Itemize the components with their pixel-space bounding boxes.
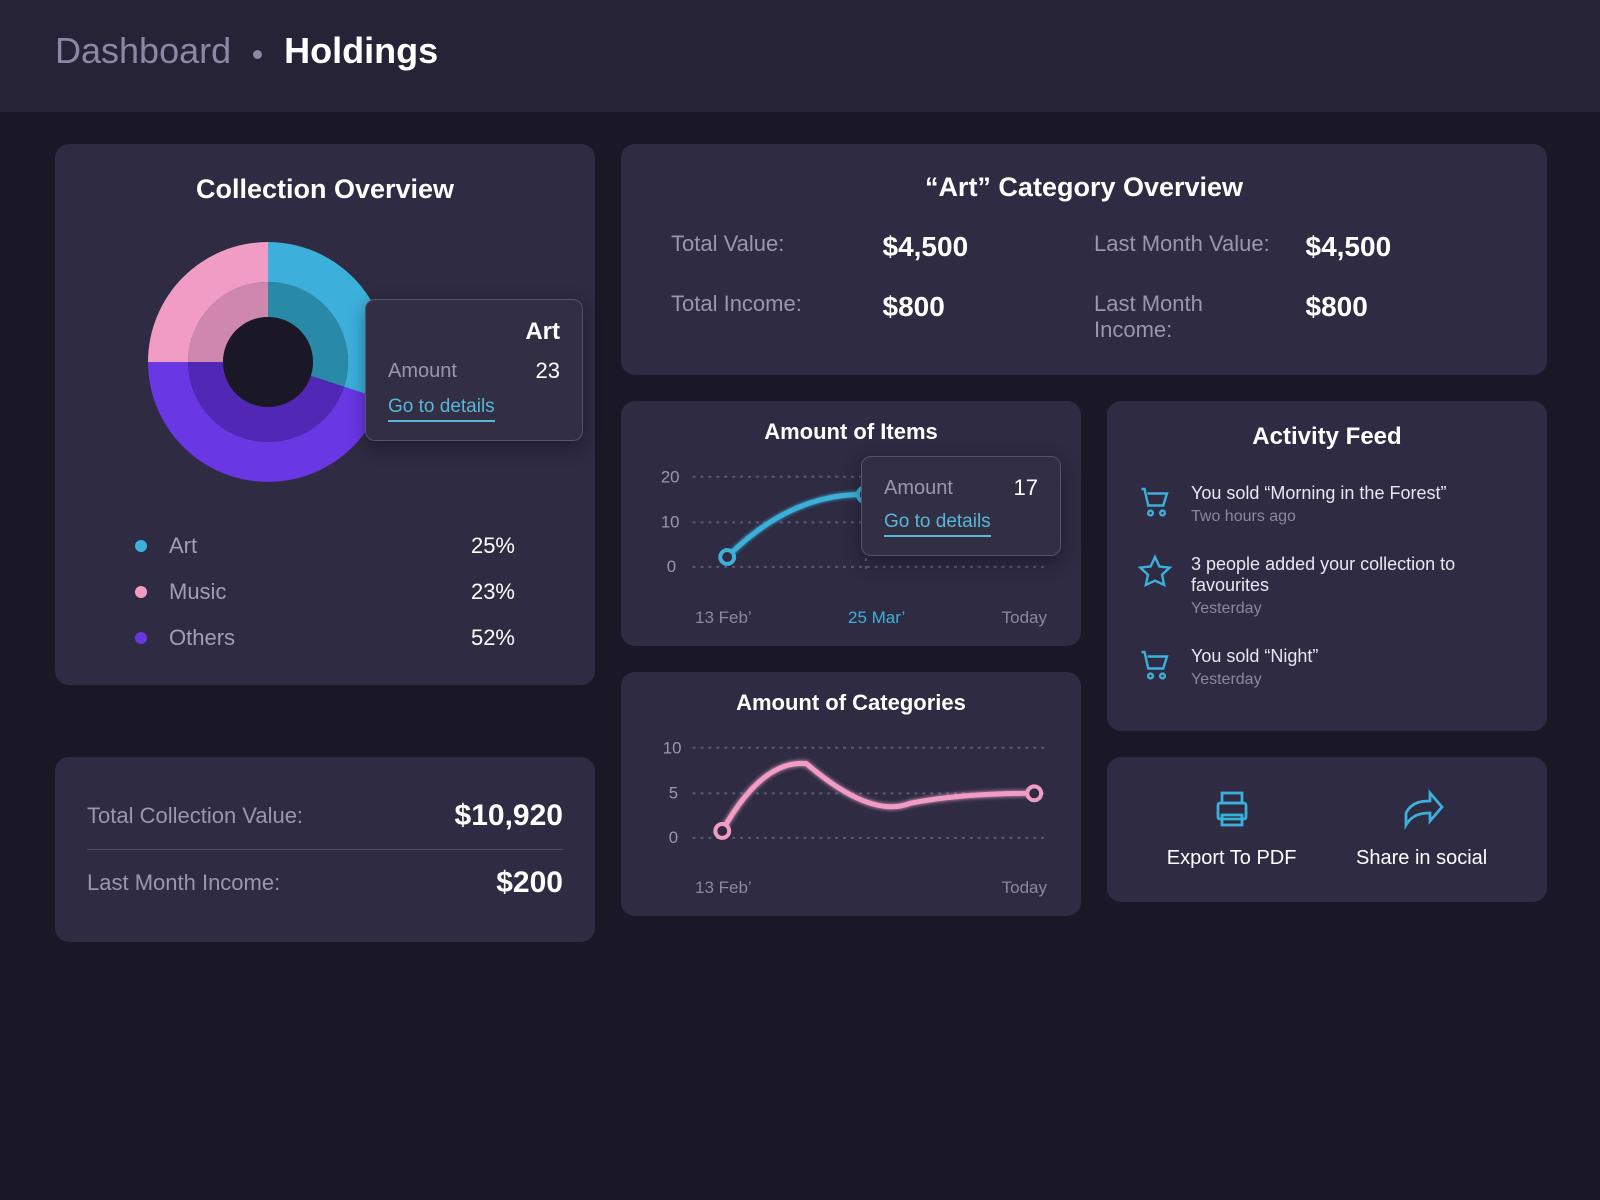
cat-total-value-label: Total Value: bbox=[671, 231, 863, 263]
cat-total-income-label: Total Income: bbox=[671, 291, 863, 343]
svg-text:10: 10 bbox=[661, 512, 680, 531]
x-label: Today bbox=[1002, 878, 1047, 898]
tooltip-title: Art bbox=[388, 318, 560, 346]
printer-icon bbox=[1208, 785, 1256, 833]
collection-title: Collection Overview bbox=[95, 174, 555, 205]
activity-time: Yesterday bbox=[1191, 600, 1517, 618]
category-overview-card: “Art” Category Overview Total Value: $4,… bbox=[621, 144, 1547, 375]
collection-overview-card: Collection Overview Art Amount bbox=[55, 144, 595, 685]
export-pdf-button[interactable]: Export To PDF bbox=[1167, 785, 1297, 870]
categories-chart-title: Amount of Categories bbox=[643, 690, 1059, 716]
activity-time: Yesterday bbox=[1191, 671, 1318, 689]
cat-total-income: $800 bbox=[883, 291, 1075, 343]
legend-item-music[interactable]: Music 23% bbox=[135, 579, 515, 605]
activity-text: You sold “Morning in the Forest” bbox=[1191, 483, 1446, 504]
x-label: Today bbox=[1002, 608, 1047, 628]
totals-card: Total Collection Value: $10,920 Last Mon… bbox=[55, 757, 595, 942]
activity-text: 3 people added your collection to favour… bbox=[1191, 554, 1517, 596]
svg-text:5: 5 bbox=[669, 783, 678, 802]
activity-feed-card: Activity Feed You sold “Morning in the F… bbox=[1107, 401, 1547, 731]
cart-icon bbox=[1137, 483, 1173, 519]
svg-text:20: 20 bbox=[661, 468, 680, 487]
activity-text: You sold “Night” bbox=[1191, 646, 1318, 667]
legend-item-art[interactable]: Art 25% bbox=[135, 533, 515, 559]
last-month-income-label: Last Month Income: bbox=[87, 870, 280, 896]
breadcrumb-current: Holdings bbox=[284, 30, 438, 72]
svg-text:10: 10 bbox=[663, 738, 682, 757]
cat-lastmonth-value: $4,500 bbox=[1306, 231, 1498, 263]
cat-lastmonth-income: $800 bbox=[1306, 291, 1498, 343]
categories-chart-card: Amount of Categories 10 5 0 13 Feb’ Toda… bbox=[621, 672, 1081, 917]
x-label: 13 Feb’ bbox=[695, 878, 752, 898]
legend-item-others[interactable]: Others 52% bbox=[135, 625, 515, 651]
activity-time: Two hours ago bbox=[1191, 508, 1446, 526]
tooltip-details-link[interactable]: Go to details bbox=[884, 511, 991, 537]
collection-donut-chart[interactable] bbox=[133, 227, 403, 497]
activity-item[interactable]: You sold “Night” Yesterday bbox=[1137, 632, 1517, 703]
svg-text:0: 0 bbox=[667, 557, 676, 576]
tooltip-amount-label: Amount bbox=[884, 477, 953, 500]
last-month-income-value: $200 bbox=[496, 866, 563, 900]
star-icon bbox=[1137, 554, 1173, 590]
x-label-active: 25 Mar’ bbox=[848, 608, 905, 628]
share-button[interactable]: Share in social bbox=[1356, 785, 1487, 870]
legend-swatch-icon bbox=[135, 586, 147, 598]
share-arrow-icon bbox=[1398, 785, 1446, 833]
items-chart-tooltip: Amount 17 Go to details bbox=[861, 456, 1061, 556]
cat-lastmonth-value-label: Last Month Value: bbox=[1094, 231, 1286, 263]
breadcrumb-root[interactable]: Dashboard bbox=[55, 30, 231, 72]
tooltip-amount-value: 17 bbox=[1014, 475, 1038, 501]
items-chart-card: Amount of Items 20 10 0 13 Feb’ 25 Mar’ … bbox=[621, 401, 1081, 646]
tooltip-amount-label: Amount bbox=[388, 360, 457, 383]
tooltip-details-link[interactable]: Go to details bbox=[388, 396, 495, 422]
breadcrumb: Dashboard Holdings bbox=[0, 0, 1600, 112]
legend-swatch-icon bbox=[135, 540, 147, 552]
donut-legend: Art 25% Music 23% Others 52% bbox=[135, 533, 515, 651]
x-label: 13 Feb’ bbox=[695, 608, 752, 628]
cart-icon bbox=[1137, 646, 1173, 682]
legend-swatch-icon bbox=[135, 632, 147, 644]
cat-total-value: $4,500 bbox=[883, 231, 1075, 263]
cat-lastmonth-income-label: Last Month Income: bbox=[1094, 291, 1286, 343]
items-chart-title: Amount of Items bbox=[643, 419, 1059, 445]
activity-item[interactable]: You sold “Morning in the Forest” Two hou… bbox=[1137, 469, 1517, 540]
total-collection-value: $10,920 bbox=[455, 799, 563, 833]
donut-tooltip: Art Amount 23 Go to details bbox=[365, 299, 583, 441]
activity-title: Activity Feed bbox=[1137, 423, 1517, 451]
activity-item[interactable]: 3 people added your collection to favour… bbox=[1137, 540, 1517, 632]
total-collection-label: Total Collection Value: bbox=[87, 803, 303, 829]
actions-card: Export To PDF Share in social bbox=[1107, 757, 1547, 902]
tooltip-amount-value: 23 bbox=[536, 358, 560, 384]
breadcrumb-separator-icon bbox=[253, 50, 262, 59]
category-title: “Art” Category Overview bbox=[661, 172, 1507, 203]
svg-text:0: 0 bbox=[669, 827, 678, 846]
categories-line-chart[interactable]: 10 5 0 bbox=[643, 724, 1059, 873]
